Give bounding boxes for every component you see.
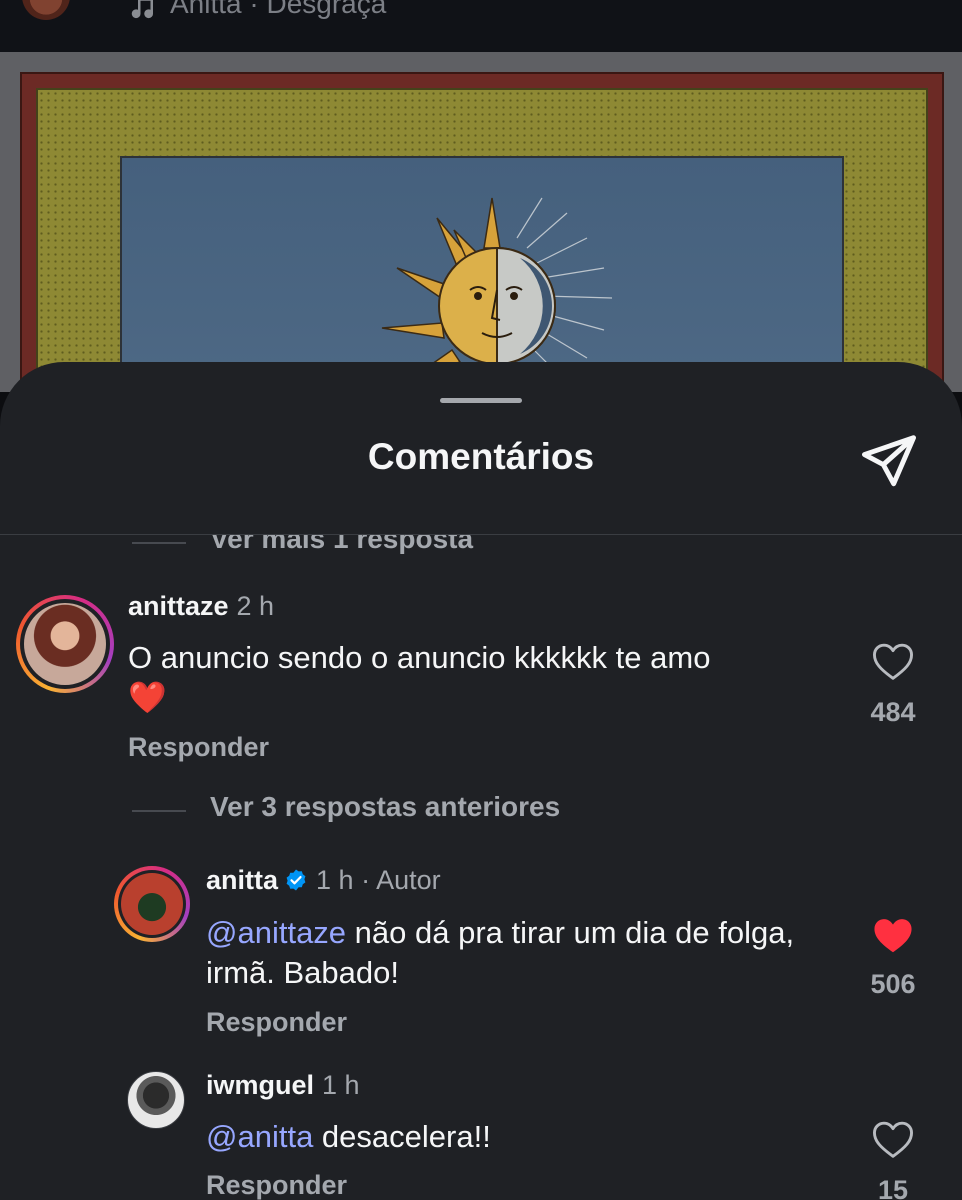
comment-header: anittaze 2 h [128,591,274,622]
comment-text: @anittaze não dá pra tirar um dia de fol… [206,913,826,993]
artwork-red-border [20,72,944,430]
comment-text: O anuncio sendo o anuncio kkkkkk te amo … [128,638,828,718]
view-previous-replies[interactable]: Ver 3 respostas anteriores [0,791,962,831]
comment-text: @anitta desacelera!! [206,1117,826,1157]
comment-timestamp: 1 h [322,1070,360,1100]
reply-button[interactable]: Responder [206,1007,347,1038]
comment-timestamp: 1 h [316,865,354,895]
comment-username[interactable]: anittaze [128,591,229,621]
comment-text-content: desacelera!! [313,1119,491,1154]
heart-filled-icon[interactable] [871,915,915,955]
music-note-icon [131,0,154,19]
view-more-replies-top[interactable]: Ver mais 1 resposta [0,535,962,563]
comment-username[interactable]: anitta [206,865,278,895]
sheet-title: Comentários [367,436,595,477]
author-label: Autor [376,865,441,895]
send-paper-plane-icon[interactable] [858,430,920,492]
heart-outline-icon[interactable] [871,1119,915,1159]
comment-header: anitta 1 h · Autor [206,865,441,896]
comment-timestamp: 2 h [236,591,275,621]
view-previous-replies-label: Ver 3 respostas anteriores [210,791,561,822]
music-track-label[interactable]: Anitta · Desgraça [170,0,386,20]
avatar[interactable] [24,603,106,685]
mention-link[interactable]: @anitta [206,1119,313,1154]
avatar[interactable] [127,1071,185,1129]
comment-username[interactable]: iwmguel [206,1070,314,1100]
like-count: 506 [870,969,916,999]
story-ring[interactable] [16,595,114,693]
heart-emoji: ❤️ [128,680,167,715]
post-image [0,52,962,430]
like-count: 15 [877,1175,909,1200]
comment-header: iwmguel 1 h [206,1070,360,1101]
reply-thread-line [132,810,186,812]
verified-badge-icon [286,869,306,891]
sheet-drag-handle[interactable] [440,398,522,403]
avatar[interactable] [121,873,183,935]
reply-button[interactable]: Responder [128,732,269,763]
comments-sheet: Comentários Ver mais 1 resposta anittaze… [0,362,962,1200]
like-count: 484 [870,697,916,727]
story-ring[interactable] [114,866,190,942]
comment-text-content: O anuncio sendo o anuncio kkkkkk te amo [128,640,711,675]
post-author-avatar[interactable] [22,0,70,20]
heart-outline-icon[interactable] [871,641,915,681]
reply-thread-line [132,542,186,544]
separator-dot: · [361,865,371,895]
view-more-replies-label: Ver mais 1 resposta [210,535,474,554]
comments-list[interactable]: Ver mais 1 resposta anittaze 2 h O anunci… [0,535,962,1200]
reply-button[interactable]: Responder [206,1170,347,1200]
mention-link[interactable]: @anittaze [206,915,346,950]
post-header: Anitta · Desgraça [0,0,962,52]
